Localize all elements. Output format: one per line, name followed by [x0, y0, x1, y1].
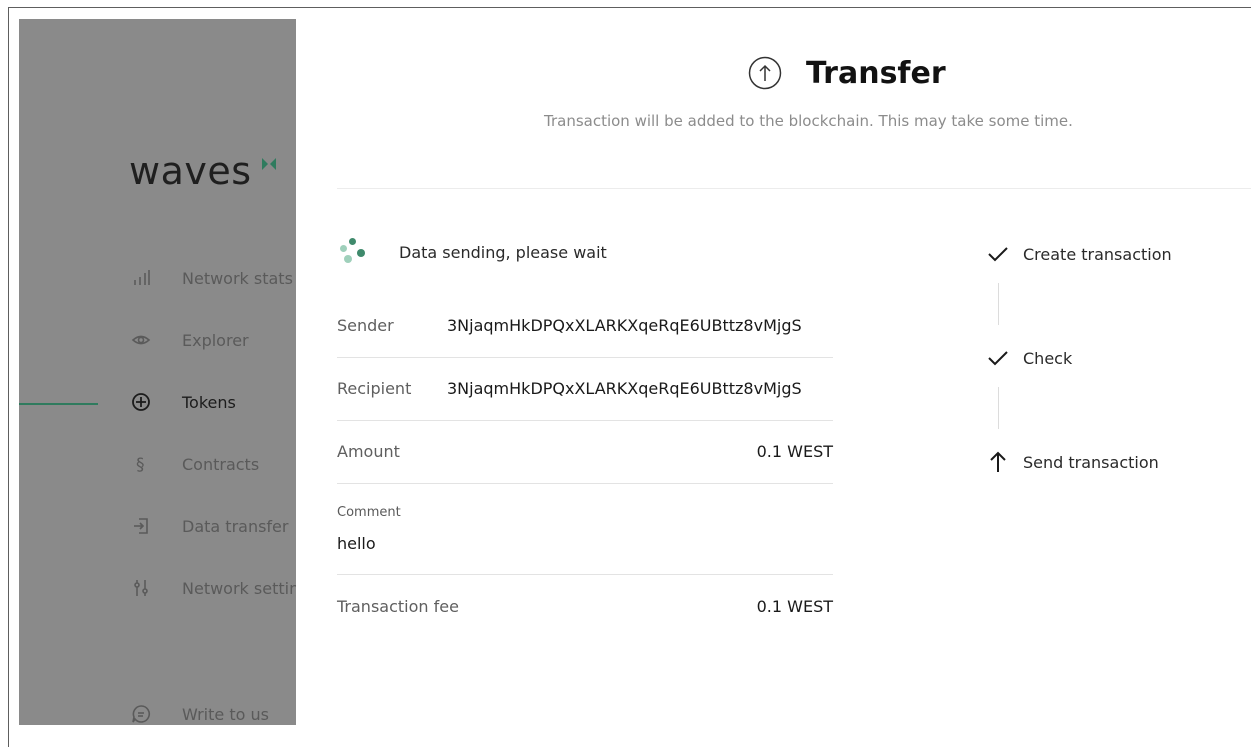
- step-check: Check: [986, 345, 1072, 371]
- sidebar-item-data-transfer[interactable]: Data transfer: [131, 514, 288, 538]
- eye-icon: [131, 330, 151, 350]
- status-row: Data sending, please wait: [337, 237, 607, 267]
- step-connector: [998, 387, 999, 429]
- transfer-modal: Transfer Transaction will be added to th…: [296, 19, 1251, 736]
- comment-value: hello: [337, 534, 376, 553]
- sidebar-item-write-to-us[interactable]: Write to us: [131, 702, 269, 725]
- logo-mark-icon: [262, 158, 276, 170]
- step-label: Check: [1023, 348, 1073, 368]
- bar-chart-icon: [131, 268, 151, 288]
- recipient-row: Recipient 3NjaqmHkDPQxXLARKXqeRqE6UBttz8…: [337, 379, 833, 401]
- step-create-transaction: Create transaction: [986, 241, 1172, 267]
- header-divider: [337, 188, 1251, 189]
- step-label: Send transaction: [1023, 452, 1159, 472]
- amount-row: Amount 0.1 WEST: [337, 442, 833, 464]
- sidebar-item-label: Network stats: [182, 268, 293, 288]
- status-text: Data sending, please wait: [399, 242, 607, 262]
- comment-label: Comment: [337, 505, 401, 520]
- row-divider: [337, 420, 833, 421]
- check-icon: [988, 351, 1008, 366]
- chat-icon: [131, 704, 151, 724]
- sidebar-item-network-stats[interactable]: Network stats: [131, 266, 293, 290]
- sender-value: 3NjaqmHkDPQxXLARKXqeRqE6UBttz8vMjgS: [447, 316, 802, 335]
- sidebar-item-explorer[interactable]: Explorer: [131, 328, 249, 352]
- check-icon: [988, 247, 1008, 262]
- section-icon: §: [131, 454, 151, 474]
- modal-header: Transfer: [748, 53, 946, 93]
- sliders-icon: [131, 578, 151, 598]
- fee-label: Transaction fee: [337, 597, 459, 616]
- active-indicator: [19, 403, 98, 405]
- step-connector: [998, 283, 999, 325]
- fee-value: 0.1 WEST: [756, 597, 833, 616]
- logo: waves: [129, 149, 252, 193]
- coin-icon: [131, 392, 151, 412]
- loading-spinner-icon: [337, 237, 367, 267]
- step-label: Create transaction: [1023, 244, 1172, 264]
- sidebar-item-label: Write to us: [182, 704, 269, 724]
- sidebar-item-label: Explorer: [182, 330, 249, 350]
- fee-row: Transaction fee 0.1 WEST: [337, 597, 833, 619]
- row-divider: [337, 357, 833, 358]
- amount-label: Amount: [337, 442, 400, 461]
- row-divider: [337, 483, 833, 484]
- sidebar: waves Network stats Explorer Tokens § Co…: [19, 19, 296, 725]
- sender-row: Sender 3NjaqmHkDPQxXLARKXqeRqE6UBttz8vMj…: [337, 316, 833, 338]
- arrow-up-circle-icon: [748, 56, 782, 90]
- step-send-transaction: Send transaction: [986, 449, 1159, 475]
- sender-label: Sender: [337, 316, 394, 335]
- svg-text:§: §: [136, 455, 145, 474]
- sidebar-item-label: Tokens: [182, 392, 236, 412]
- sidebar-item-tokens[interactable]: Tokens: [131, 390, 236, 414]
- sidebar-item-label: Contracts: [182, 454, 260, 474]
- sidebar-item-network-settings[interactable]: Network settings: [131, 576, 296, 600]
- page-title: Transfer: [806, 55, 946, 91]
- login-icon: [131, 516, 151, 536]
- sidebar-item-contracts[interactable]: § Contracts: [131, 452, 259, 476]
- modal-subtitle: Transaction will be added to the blockch…: [544, 112, 1073, 130]
- sidebar-item-label: Network settings: [182, 578, 296, 598]
- row-divider: [337, 574, 833, 575]
- arrow-up-icon: [990, 451, 1006, 472]
- recipient-label: Recipient: [337, 379, 412, 398]
- recipient-value: 3NjaqmHkDPQxXLARKXqeRqE6UBttz8vMjgS: [447, 379, 802, 398]
- sidebar-item-label: Data transfer: [182, 516, 289, 536]
- amount-value: 0.1 WEST: [756, 442, 833, 461]
